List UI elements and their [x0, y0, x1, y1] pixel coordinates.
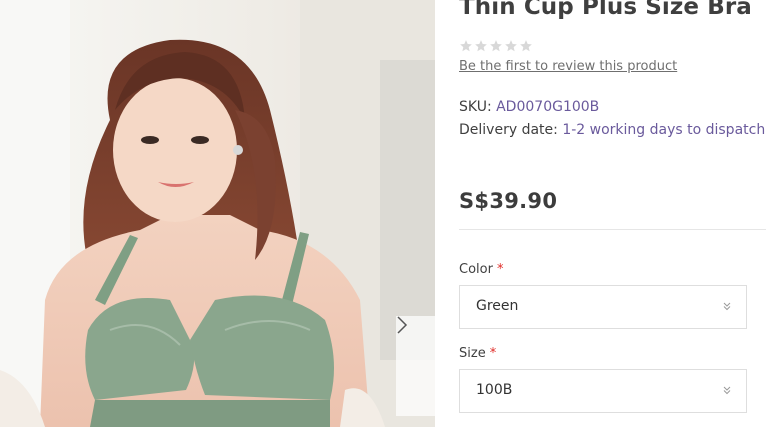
delivery-row: Delivery date: 1-2 working days to dispa…	[459, 122, 765, 138]
product-info: Thin Cup Plus Size Bra Be the first to r…	[459, 0, 766, 427]
size-option-label: Size *	[459, 346, 496, 361]
rating-stars	[459, 39, 533, 53]
star-empty-icon	[475, 40, 487, 52]
star-empty-icon	[505, 40, 517, 52]
first-review-link[interactable]: Be the first to review this product	[459, 59, 677, 74]
star-empty-icon	[490, 40, 502, 52]
size-selected-value: 100B	[476, 382, 513, 398]
required-marker: *	[489, 346, 497, 361]
size-select[interactable]: 100B	[459, 369, 747, 413]
product-gallery	[0, 0, 435, 427]
chevron-double-down-icon	[723, 386, 731, 395]
delivery-value: 1-2 working days to dispatch	[562, 122, 766, 138]
star-empty-icon	[520, 40, 532, 52]
sku-label: SKU:	[459, 99, 497, 115]
chevron-right-icon	[397, 316, 408, 334]
chevron-double-down-icon	[723, 302, 731, 311]
product-title: Thin Cup Plus Size Bra	[459, 0, 752, 20]
sku-value: AD0070G100B	[496, 99, 600, 115]
divider	[459, 229, 766, 230]
product-image	[0, 0, 435, 427]
star-empty-icon	[460, 40, 472, 52]
required-marker: *	[496, 262, 504, 277]
delivery-label: Delivery date:	[459, 122, 563, 138]
gallery-next-button[interactable]	[396, 316, 435, 416]
sku-row: SKU: AD0070G100B	[459, 99, 599, 115]
color-selected-value: Green	[476, 298, 519, 314]
product-price: S$39.90	[459, 189, 558, 213]
color-label-text: Color	[459, 262, 493, 277]
size-label-text: Size	[459, 346, 486, 361]
color-option-label: Color *	[459, 262, 503, 277]
color-select[interactable]: Green	[459, 285, 747, 329]
